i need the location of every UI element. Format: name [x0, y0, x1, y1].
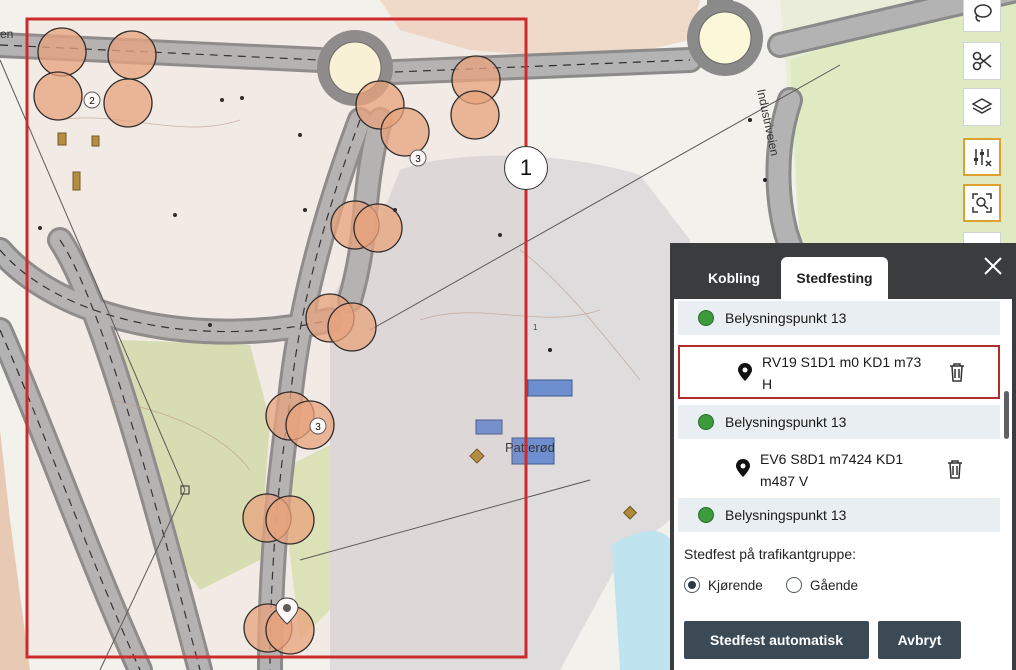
- radio-unselected-icon: [786, 577, 802, 593]
- location-label: EV6 S8D1 m7424 KD1 m487 V: [760, 451, 904, 489]
- lasso-tool-button[interactable]: [963, 0, 1001, 32]
- zoom-to-selection-button[interactable]: [963, 184, 1001, 222]
- location-label: RV19 S1D1 m0 KD1 m73 H: [762, 354, 922, 392]
- list-item-point[interactable]: Belysningspunkt 13: [678, 405, 1000, 439]
- selection-rectangle[interactable]: [25, 17, 528, 659]
- radio-label: Gående: [810, 577, 859, 593]
- map-pin-icon: [738, 363, 752, 381]
- avbryt-button[interactable]: Avbryt: [878, 621, 961, 659]
- cut-tool-button[interactable]: [963, 42, 1001, 80]
- point-label: Belysningspunkt 13: [725, 507, 847, 523]
- list-item-point[interactable]: Belysningspunkt 13: [678, 301, 1000, 335]
- scissors-icon: [972, 51, 992, 71]
- radio-selected-icon: [684, 577, 700, 593]
- close-icon[interactable]: [980, 253, 1006, 279]
- layers-button[interactable]: [963, 88, 1001, 126]
- map-small-label: 1: [533, 323, 538, 332]
- list-item-location-highlighted[interactable]: RV19 S1D1 m0 KD1 m73 H: [678, 345, 1000, 399]
- location-list: Belysningspunkt 13 RV19 S1D1 m0 KD1 m73 …: [678, 301, 1000, 533]
- tab-kobling[interactable]: Kobling: [684, 257, 784, 299]
- radio-gaende[interactable]: Gående: [786, 577, 858, 593]
- group-label: Stedfest på trafikantgruppe:: [684, 546, 856, 562]
- road-label: en: [0, 27, 13, 41]
- list-item-point[interactable]: Belysningspunkt 13: [678, 498, 1000, 532]
- layers-icon: [971, 98, 993, 114]
- tab-stedfesting[interactable]: Stedfesting: [781, 257, 888, 299]
- feature-panel: Kobling Stedfesting Belysningspunkt 13 R…: [670, 243, 1016, 670]
- list-scrollbar[interactable]: [1004, 391, 1009, 439]
- filter-button[interactable]: [963, 138, 1001, 176]
- radio-kjorende[interactable]: Kjørende: [684, 577, 763, 593]
- status-dot-icon: [698, 310, 714, 326]
- point-label: Belysningspunkt 13: [725, 414, 847, 430]
- radio-label: Kjørende: [708, 577, 763, 593]
- trash-icon[interactable]: [946, 459, 964, 479]
- map-pin-icon: [736, 459, 750, 477]
- stedfest-automatisk-button[interactable]: Stedfest automatisk: [684, 621, 869, 659]
- callout-1: 1: [504, 146, 548, 190]
- lasso-icon: [974, 4, 992, 22]
- sliders-icon: [974, 149, 992, 167]
- zoom-to-selection-icon: [972, 193, 992, 213]
- point-label: Belysningspunkt 13: [725, 310, 847, 326]
- panel-body: Belysningspunkt 13 RV19 S1D1 m0 KD1 m73 …: [674, 299, 1012, 670]
- list-item-location[interactable]: EV6 S8D1 m7424 KD1 m487 V: [678, 441, 1000, 497]
- trash-icon[interactable]: [948, 362, 966, 382]
- status-dot-icon: [698, 414, 714, 430]
- status-dot-icon: [698, 507, 714, 523]
